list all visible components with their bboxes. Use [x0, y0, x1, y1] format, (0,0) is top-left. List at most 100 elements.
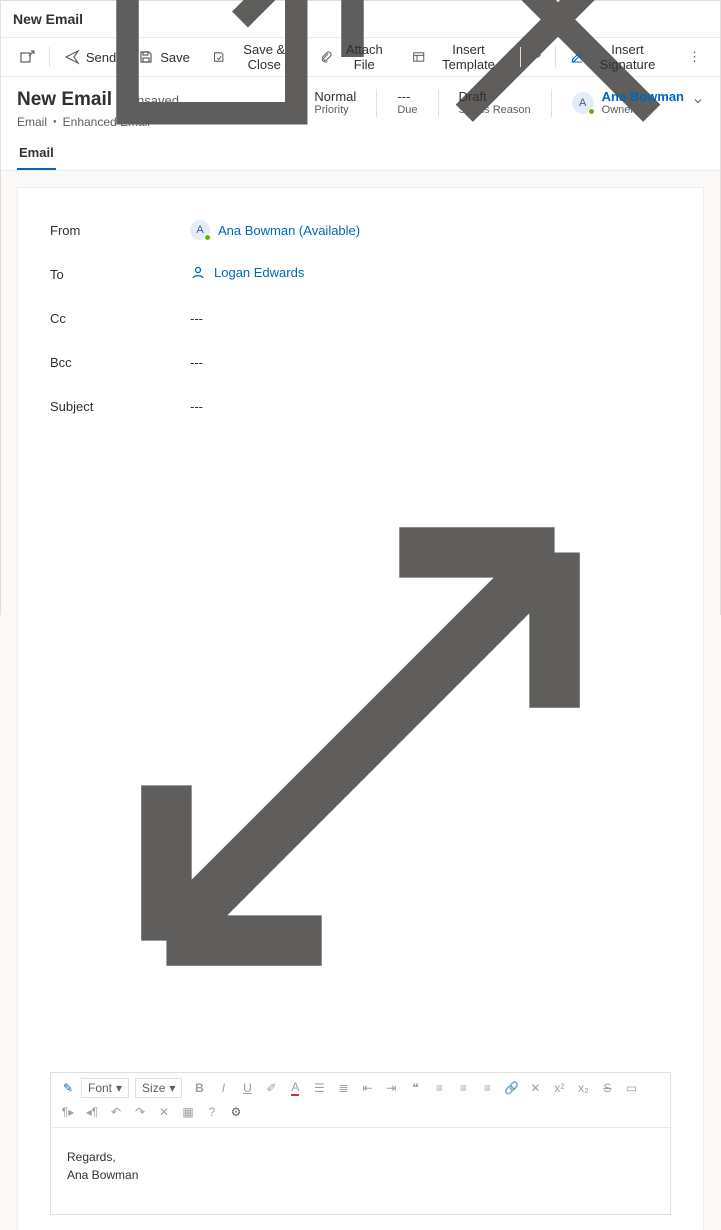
page-title: New Email	[17, 89, 112, 110]
ltr-button[interactable]: ¶▸	[57, 1101, 79, 1123]
bullets-button[interactable]: ☰	[308, 1077, 330, 1099]
align-center-button[interactable]: ≡	[452, 1077, 474, 1099]
from-label: From	[50, 223, 190, 238]
underline-button[interactable]: U	[236, 1077, 258, 1099]
priority-label: Priority	[314, 104, 356, 116]
undo-button[interactable]: ↶	[105, 1101, 127, 1123]
window-controls	[90, 0, 708, 171]
help-button[interactable]: ?	[201, 1101, 223, 1123]
avatar: A	[190, 220, 210, 240]
rtl-button[interactable]: ◂¶	[81, 1101, 103, 1123]
strike-button[interactable]: S	[596, 1077, 618, 1099]
to-name: Logan Edwards	[214, 265, 304, 280]
image-button[interactable]: ▭	[620, 1077, 642, 1099]
save-button[interactable]: Save	[128, 43, 200, 71]
italic-button[interactable]: I	[212, 1077, 234, 1099]
insert-signature-button[interactable]: Insert Signature	[560, 36, 676, 78]
header-divider	[376, 89, 377, 117]
attach-icon	[319, 49, 332, 65]
avatar-initial: A	[196, 224, 203, 236]
status-reason-field[interactable]: Draft Status Reason	[459, 89, 531, 116]
open-icon	[19, 49, 35, 65]
separator-dot: ●	[53, 119, 57, 125]
save-close-icon	[212, 49, 225, 65]
from-chip[interactable]: A Ana Bowman (Available)	[190, 220, 360, 240]
signature-icon	[570, 49, 583, 65]
redo-button[interactable]: ↷	[129, 1101, 151, 1123]
subject-value: ---	[190, 399, 671, 414]
window-title: New Email	[13, 11, 83, 27]
bcc-label: Bcc	[50, 355, 190, 370]
quote-button[interactable]: ❝	[404, 1077, 426, 1099]
indent-button[interactable]: ⇥	[380, 1077, 402, 1099]
status-reason-value: Draft	[459, 89, 531, 104]
owner-label: Owner	[602, 104, 684, 116]
align-left-button[interactable]: ≡	[428, 1077, 450, 1099]
expand-editor-icon[interactable]	[50, 1045, 671, 1060]
editor-body[interactable]: Regards, Ana Bowman	[51, 1128, 670, 1214]
overflow-menu-button[interactable]: ⋮	[678, 43, 712, 71]
form-card: From A Ana Bowman (Available) To Logan E…	[17, 187, 704, 1230]
cc-label: Cc	[50, 311, 190, 326]
size-select[interactable]: Size ▾	[135, 1078, 182, 1098]
align-right-button[interactable]: ≡	[476, 1077, 498, 1099]
numbering-button[interactable]: ≣	[332, 1077, 354, 1099]
unlink-button[interactable]: ✕	[524, 1077, 546, 1099]
titlebar: New Email	[1, 1, 720, 37]
due-field[interactable]: --- Due	[397, 89, 417, 116]
from-name: Ana Bowman (Available)	[218, 223, 360, 238]
close-icon[interactable]	[408, 0, 708, 171]
bold-button[interactable]: B	[188, 1077, 210, 1099]
table-button[interactable]: ▦	[177, 1101, 199, 1123]
cc-row[interactable]: Cc ---	[50, 296, 671, 340]
font-color-button[interactable]: A	[284, 1077, 306, 1099]
send-label: Send	[86, 50, 116, 65]
superscript-button[interactable]: x²	[548, 1077, 570, 1099]
to-row[interactable]: To Logan Edwards	[50, 252, 671, 296]
presence-indicator	[588, 108, 595, 115]
from-row[interactable]: From A Ana Bowman (Available)	[50, 208, 671, 252]
owner-name: Ana Bowman	[602, 89, 684, 104]
template-dropdown[interactable]	[525, 44, 551, 71]
subject-row[interactable]: Subject ---	[50, 384, 671, 428]
font-select[interactable]: Font ▾	[81, 1078, 129, 1098]
avatar-initial: A	[579, 97, 586, 109]
clear-format-button[interactable]: ✕	[153, 1101, 175, 1123]
insert-template-button[interactable]: Insert Template	[402, 36, 516, 78]
avatar: A	[572, 92, 594, 114]
format-painter-icon[interactable]: ✎	[57, 1077, 79, 1099]
body-line: Regards,	[67, 1148, 654, 1166]
subscript-button[interactable]: x₂	[572, 1077, 594, 1099]
header-divider	[438, 89, 439, 117]
settings-button[interactable]: ⚙	[225, 1101, 247, 1123]
link-button[interactable]: 🔗	[500, 1077, 522, 1099]
presence-indicator	[204, 234, 211, 241]
popout-icon[interactable]	[90, 0, 390, 171]
attach-file-button[interactable]: Attach File	[309, 36, 400, 78]
tab-email[interactable]: Email	[17, 139, 56, 170]
subject-label: Subject	[50, 399, 190, 414]
entity-label: Email	[17, 115, 47, 129]
outdent-button[interactable]: ⇤	[356, 1077, 378, 1099]
status-reason-label: Status Reason	[459, 104, 531, 116]
open-new-window-button[interactable]	[9, 43, 45, 71]
toolbar-divider	[555, 47, 556, 67]
save-close-button[interactable]: Save & Close	[202, 36, 307, 78]
highlight-button[interactable]: ✐	[260, 1077, 282, 1099]
form-body: From A Ana Bowman (Available) To Logan E…	[1, 171, 720, 1230]
body-line: Ana Bowman	[67, 1166, 654, 1184]
owner-field[interactable]: A Ana Bowman Owner	[572, 89, 704, 116]
bcc-row[interactable]: Bcc ---	[50, 340, 671, 384]
form-selector[interactable]: Enhanced Email	[63, 115, 150, 129]
editor-toolbar: ✎ Font ▾ Size ▾ B I U ✐ A ☰ ≣ ⇤ ⇥ ❝ ≡ ≡ …	[51, 1073, 670, 1128]
bcc-value: ---	[190, 355, 671, 370]
priority-field[interactable]: Normal Priority	[314, 89, 356, 116]
send-button[interactable]: Send	[54, 43, 126, 71]
chevron-down-icon[interactable]	[154, 115, 164, 129]
to-chip[interactable]: Logan Edwards	[190, 265, 304, 281]
priority-value: Normal	[314, 89, 356, 104]
rich-text-editor: ✎ Font ▾ Size ▾ B I U ✐ A ☰ ≣ ⇤ ⇥ ❝ ≡ ≡ …	[50, 1072, 671, 1215]
contact-icon	[190, 265, 206, 281]
send-icon	[64, 49, 80, 65]
chevron-down-icon[interactable]	[692, 95, 704, 110]
